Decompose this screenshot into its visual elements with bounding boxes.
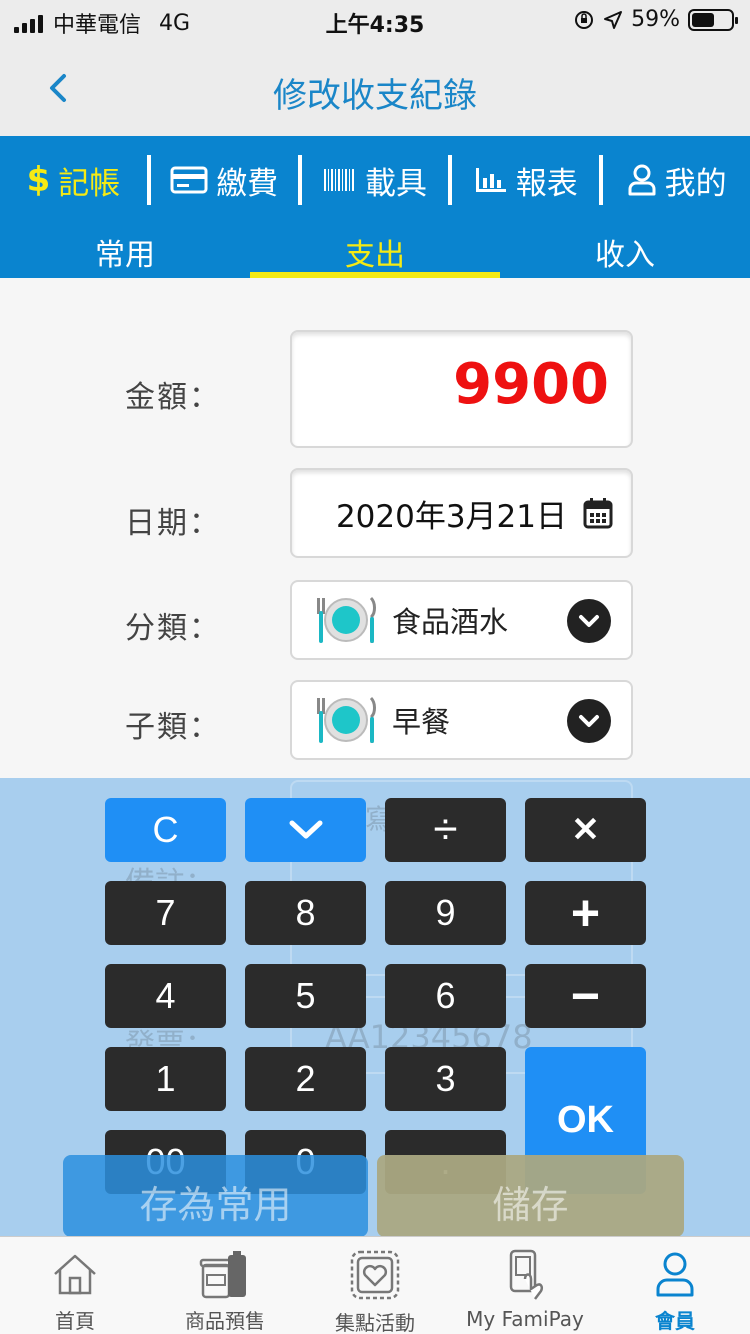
category-select[interactable]: 食品酒水 — [290, 580, 633, 660]
page-title: 修改收支紀錄 — [273, 76, 477, 116]
subcategory-label: 子類： — [125, 710, 221, 745]
barcode-icon — [323, 169, 354, 191]
bar-chart-icon — [475, 168, 506, 192]
date-field[interactable]: 2020年3月21日 — [290, 468, 633, 558]
battery-percent: 59% — [631, 7, 680, 32]
home-icon — [54, 1254, 96, 1295]
chevron-down-icon — [289, 820, 322, 839]
tab-common[interactable]: 常用 — [0, 220, 250, 278]
subcategory-value: 早餐 — [392, 705, 451, 739]
collapse-keypad-button[interactable] — [245, 798, 366, 862]
plate-cutlery-icon — [317, 596, 376, 643]
battery-icon — [688, 8, 738, 31]
key-9[interactable]: 9 — [385, 881, 506, 945]
menu-item-carrier[interactable]: 載具 — [302, 158, 449, 203]
record-form: 金額： 9900 日期： 2020年3月21日 分類： 食品酒水 子類： 早餐 — [0, 278, 750, 778]
tab-preorder[interactable]: 商品預售 — [150, 1237, 300, 1334]
chevron-down-icon — [567, 599, 611, 643]
tab-points[interactable]: 集點活動 — [300, 1237, 450, 1334]
save-button[interactable]: 儲存 — [377, 1155, 684, 1237]
key-1[interactable]: 1 — [105, 1047, 226, 1111]
minus-key[interactable]: − — [525, 964, 646, 1028]
tab-label: 集點活動 — [335, 1311, 415, 1334]
menu-item-label: 載具 — [364, 165, 427, 202]
menu-item-label: 我的 — [664, 165, 727, 202]
key-3[interactable]: 3 — [385, 1047, 506, 1111]
key-4[interactable]: 4 — [105, 964, 226, 1028]
menu-item-mine[interactable]: 我的 — [603, 158, 750, 203]
menu-item-label: 繳費 — [216, 165, 279, 202]
amount-label: 金額： — [125, 380, 221, 415]
coffee-cups-icon — [199, 1251, 246, 1299]
menu-item-label: 報表 — [515, 165, 578, 202]
menu-item-bookkeeping[interactable]: $ 記帳 — [0, 158, 147, 203]
divide-key[interactable]: ÷ — [385, 798, 506, 862]
date-label: 日期： — [125, 506, 221, 541]
tab-label: My FamiPay — [466, 1307, 584, 1331]
chevron-down-icon — [567, 699, 611, 743]
plus-key[interactable]: + — [525, 881, 646, 945]
top-menu: $ 記帳 繳費 載具 報表 我的 常用 支出 收入 — [0, 136, 750, 278]
plate-cutlery-icon — [317, 696, 376, 743]
rotation-lock-icon — [575, 10, 594, 29]
date-value: 2020年3月21日 — [335, 498, 567, 535]
multiply-key[interactable]: ✕ — [525, 798, 646, 862]
category-label: 分類： — [125, 611, 221, 646]
tab-famipay[interactable]: My FamiPay — [450, 1237, 600, 1334]
heart-card-icon — [350, 1250, 400, 1300]
tab-member[interactable]: 會員 — [600, 1237, 750, 1334]
category-value: 食品酒水 — [392, 605, 509, 639]
tab-home[interactable]: 首頁 — [0, 1237, 150, 1334]
menu-item-payment[interactable]: 繳費 — [151, 158, 298, 203]
key-6[interactable]: 6 — [385, 964, 506, 1028]
amount-field[interactable]: 9900 — [290, 330, 633, 448]
tab-label: 商品預售 — [185, 1309, 265, 1333]
tab-income[interactable]: 收入 — [500, 220, 750, 278]
phone-pay-icon — [509, 1249, 544, 1300]
key-7[interactable]: 7 — [105, 881, 226, 945]
location-arrow-icon — [604, 10, 623, 29]
clear-key[interactable]: C — [105, 798, 226, 862]
key-5[interactable]: 5 — [245, 964, 366, 1028]
tab-label: 首頁 — [55, 1309, 95, 1333]
bottom-tab-bar: 首頁 商品預售 集點活動 My FamiPay 會員 — [0, 1236, 750, 1334]
dollar-icon: $ — [26, 160, 51, 200]
key-8[interactable]: 8 — [245, 881, 366, 945]
menu-item-label: 記帳 — [58, 165, 121, 202]
nav-bar: 修改收支紀錄 — [0, 40, 750, 136]
save-as-favorite-button[interactable]: 存為常用 — [63, 1155, 368, 1237]
user-icon — [628, 164, 656, 196]
status-bar: 中華電信 4G 上午4:35 59% — [0, 0, 750, 40]
tab-expense[interactable]: 支出 — [250, 220, 500, 278]
key-2[interactable]: 2 — [245, 1047, 366, 1111]
subcategory-select[interactable]: 早餐 — [290, 680, 633, 760]
menu-item-reports[interactable]: 報表 — [452, 158, 599, 203]
tab-label: 會員 — [655, 1309, 695, 1333]
member-icon — [656, 1252, 694, 1297]
calendar-icon — [583, 498, 613, 529]
credit-card-icon — [170, 166, 208, 194]
